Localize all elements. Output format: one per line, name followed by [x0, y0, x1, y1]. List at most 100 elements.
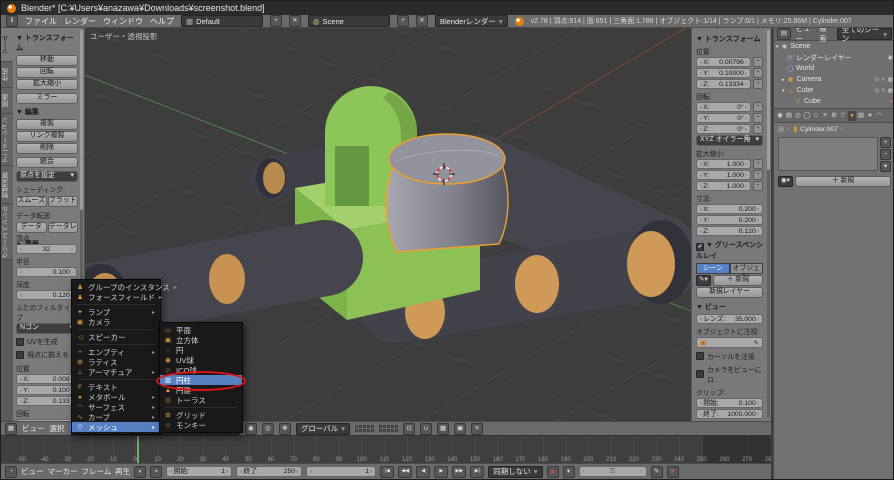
timeline-menu-marker[interactable]: マーカー — [48, 466, 78, 477]
camera-toggle-icon[interactable]: ▣ — [888, 55, 893, 61]
tab-tools[interactable]: ツール — [1, 28, 13, 62]
jump-to-end-button[interactable]: ▶| — [470, 466, 484, 478]
outliner-menu-view[interactable]: ビュー — [796, 28, 814, 44]
delete-button[interactable]: 削除 — [16, 143, 78, 154]
add-slot-button[interactable]: + — [880, 137, 891, 148]
lock-to-cursor-checkbox[interactable] — [696, 352, 704, 360]
new-material-button[interactable]: ＋ 新規 — [795, 176, 891, 187]
tab-world-icon[interactable]: ◯ — [803, 111, 811, 121]
jump-to-start-button[interactable]: |◀ — [380, 466, 394, 478]
clip-start-field[interactable]: 開始:0.100 — [696, 398, 763, 408]
lock-range-icon[interactable]: ▪ — [150, 466, 162, 478]
outliner-row-world[interactable]: ◯ World — [774, 63, 894, 74]
layers-grid-1[interactable] — [355, 425, 374, 432]
depth-field[interactable]: 0.120 — [16, 290, 77, 300]
lock-icon[interactable]: ▪ — [753, 159, 763, 169]
add-text[interactable]: Fテキスト — [72, 382, 160, 392]
tab-material-icon[interactable]: ● — [848, 111, 856, 121]
lock-icon[interactable]: ▪ — [753, 68, 763, 78]
delete-keyframe-icon[interactable]: ✕ — [667, 466, 679, 478]
keying-set-dropdown[interactable]: ▾ — [563, 466, 575, 478]
hide-toggle-icon[interactable]: ⊙ — [875, 88, 880, 94]
lock-camera-checkbox[interactable] — [696, 370, 704, 378]
snap-magnet-icon[interactable]: ∪ — [420, 423, 432, 435]
lock-icon[interactable]: ▪ — [753, 102, 763, 112]
play-reverse-button[interactable]: ◀ — [416, 466, 430, 478]
panel-transform-title[interactable]: ▼ トランスフォーム — [16, 33, 78, 53]
npanel-loc-z[interactable]: Z:0.13334 — [696, 79, 751, 89]
select-toggle-icon[interactable]: ↖ — [881, 88, 886, 94]
prev-keyframe-button[interactable]: ◀◀ — [398, 466, 412, 478]
join-button[interactable]: 統合 — [16, 157, 78, 168]
snap-element-dropdown[interactable]: ▦ — [437, 423, 449, 435]
outliner-filter-dropdown[interactable]: 全てのシーン▾ — [837, 28, 892, 40]
material-slot-list[interactable] — [778, 137, 878, 171]
delete-layout-button[interactable]: ✕ — [289, 15, 301, 27]
view-panel-title[interactable]: ▼ ビュー — [696, 302, 763, 312]
npanel-dim-z[interactable]: Z:0.120 — [696, 226, 763, 236]
delete-scene-button[interactable]: ✕ — [416, 15, 428, 27]
lock-icon[interactable]: ▪ — [753, 57, 763, 67]
lock-icon[interactable]: ▪ — [753, 181, 763, 191]
lens-field[interactable]: レンズ:35.000 — [696, 314, 763, 324]
timeline-menu-frame[interactable]: フレーム — [82, 466, 112, 477]
outliner-menu-search[interactable]: 検索 — [819, 28, 831, 44]
lock-icon[interactable]: ▪ — [753, 113, 763, 123]
tab-physics[interactable]: 物理演算 — [1, 166, 13, 204]
scene-selector[interactable]: ◍Scene — [308, 15, 390, 27]
add-surface[interactable]: ◠サーフェス▸ — [72, 402, 160, 412]
scale-button[interactable]: 拡大縮小 — [16, 79, 78, 90]
add-force-field[interactable]: ♟フォースフィールド▸ — [72, 292, 160, 302]
vertices-field[interactable]: 32 — [16, 244, 77, 254]
pin-icon[interactable]: ◎ — [778, 125, 784, 133]
lock-camera-row[interactable]: カメラをビューにロ.. — [696, 364, 763, 384]
viewport-shading-dropdown[interactable]: ◉ — [245, 423, 257, 435]
add-scene-button[interactable]: + — [397, 15, 409, 27]
add-layout-button[interactable]: + — [270, 15, 282, 27]
pivot-point-dropdown[interactable]: ◎ — [262, 423, 274, 435]
editor-type-icon[interactable]: ℹ — [6, 15, 18, 27]
title-bar[interactable]: Blender* [C:¥Users¥anazawa¥Downloads¥scr… — [1, 1, 893, 15]
insert-keyframe-icon[interactable]: ✎ — [651, 466, 663, 478]
add-uv-sphere[interactable]: ◉UV球 — [160, 355, 242, 365]
shade-smooth-button[interactable]: スムーズ — [16, 196, 47, 207]
outliner-row-cube-data[interactable]: ▽ Cube ● — [774, 96, 894, 107]
radius-field[interactable]: 0.100 — [16, 267, 77, 277]
browse-material-icon[interactable]: ◉▾ — [778, 176, 793, 187]
opengl-render-anim-icon[interactable]: ≡ — [471, 423, 483, 435]
timeline-canvas[interactable]: -50-40-30-20-100102030405060708090100110… — [1, 435, 771, 464]
timeline-menu-view[interactable]: ビュー — [21, 466, 44, 477]
tab-texture-icon[interactable]: ▨ — [857, 111, 865, 121]
set-origin-dropdown[interactable]: 原点を設定▾ — [16, 171, 78, 182]
outliner-row-render-layers[interactable]: ▤ レンダーレイヤー ▣ — [774, 52, 894, 63]
add-cube[interactable]: ▣立方体 — [160, 335, 242, 345]
generate-uv-checkbox[interactable] — [16, 338, 24, 346]
align-to-view-row[interactable]: 視点に揃える — [16, 350, 77, 360]
expander-icon[interactable]: ▾ — [776, 44, 779, 50]
cap-fill-dropdown[interactable]: Nゴン▾ — [16, 323, 77, 334]
npanel-scale-y[interactable]: Y:1.000 — [696, 170, 751, 180]
screen-layout-selector[interactable]: ▦Default — [181, 15, 263, 27]
view3d-menu-select[interactable]: 選択 — [50, 423, 65, 434]
opengl-render-icon[interactable]: ▣ — [454, 423, 466, 435]
gp-draw-mode-icon[interactable]: ✎▾ — [696, 275, 711, 286]
gp-object-tab[interactable]: オブジェクト — [730, 263, 764, 274]
tab-constraints-icon[interactable]: ≡ — [821, 111, 829, 121]
outliner-editor-icon[interactable]: ▤ — [777, 28, 791, 40]
translate-button[interactable]: 移動 — [16, 55, 78, 66]
lock-icon[interactable]: ▪ — [753, 124, 763, 134]
tab-relations[interactable]: 関連 — [1, 88, 13, 114]
frame-end-field[interactable]: 終了:250 — [236, 466, 302, 477]
tab-create[interactable]: 作成 — [1, 62, 13, 88]
npanel-transform-title[interactable]: ▼ トランスフォーム — [696, 34, 763, 44]
play-button[interactable]: ▶ — [434, 466, 448, 478]
align-to-view-checkbox[interactable] — [16, 351, 24, 359]
view3d-menu-view[interactable]: ビュー — [22, 423, 45, 434]
add-metaball[interactable]: ●メタボール▸ — [72, 392, 160, 402]
layers-grid-2[interactable] — [379, 425, 398, 432]
expander-icon[interactable]: ▸ — [782, 77, 785, 83]
menu-file[interactable]: ファイル — [25, 16, 57, 27]
add-monkey[interactable]: ☺モンキー — [160, 420, 242, 430]
outliner-row-camera[interactable]: ▸ ▣ Camera ⊙↖▩ — [774, 74, 894, 85]
tab-data-icon[interactable]: ▽ — [839, 111, 847, 121]
